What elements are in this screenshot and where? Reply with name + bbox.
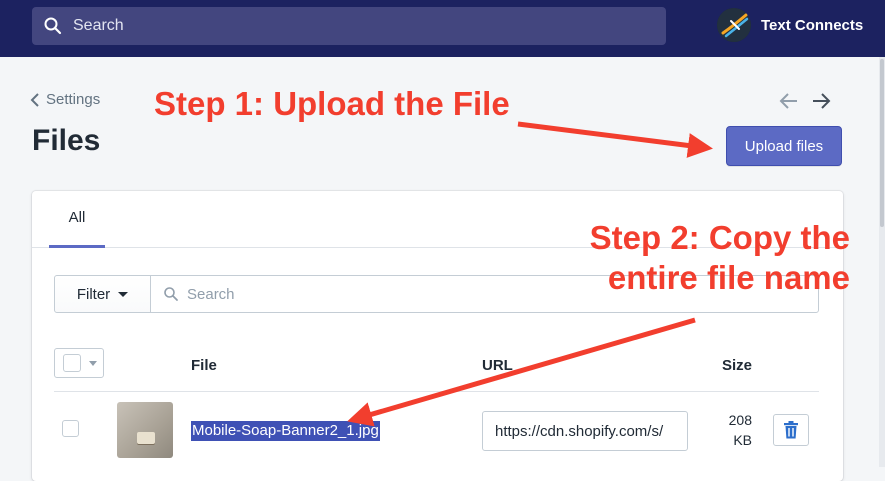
file-url-input[interactable]: https://cdn.shopify.com/s/ [482, 411, 688, 451]
column-header-url: URL [482, 357, 513, 374]
store-menu[interactable]: Text Connects [717, 8, 863, 42]
file-size: 208 KB [722, 410, 752, 450]
step2-line2: entire file name [607, 259, 850, 296]
row-divider [54, 391, 819, 392]
row-checkbox[interactable] [62, 420, 79, 437]
upload-files-button[interactable]: Upload files [726, 126, 842, 166]
page-title: Files [32, 124, 101, 157]
step2-annotation: Step 2: Copy the entire file name [560, 218, 850, 298]
file-size-unit: KB [733, 432, 752, 448]
filter-button[interactable]: Filter [54, 275, 151, 313]
file-thumbnail [117, 402, 173, 458]
column-header-file: File [191, 357, 217, 374]
step1-annotation: Step 1: Upload the File [154, 85, 510, 122]
bulk-select-dropdown[interactable] [54, 348, 104, 378]
tab-all[interactable]: All [49, 191, 105, 248]
file-name[interactable]: Mobile-Soap-Banner2_1.jpg [191, 421, 380, 441]
breadcrumb[interactable]: Settings [30, 91, 100, 108]
search-icon [164, 287, 178, 301]
filter-button-label: Filter [76, 285, 111, 303]
arrow-right-icon[interactable] [811, 91, 831, 111]
caret-down-icon [89, 360, 97, 366]
global-search-placeholder: Search [73, 17, 124, 34]
select-all-checkbox[interactable] [63, 354, 81, 372]
column-header-size: Size [722, 357, 753, 374]
trash-icon [784, 421, 798, 439]
pagination [779, 91, 831, 111]
delete-file-button[interactable] [773, 414, 809, 446]
top-bar: Search Text Connects [0, 0, 885, 57]
scrollbar-thumb[interactable] [880, 59, 884, 227]
store-name: Text Connects [761, 16, 864, 34]
soap-image [137, 432, 155, 444]
caret-down-icon [118, 291, 129, 297]
file-search-placeholder: Search [187, 285, 235, 303]
step2-line1: Step 2: Copy the [589, 219, 850, 256]
file-size-value: 208 [728, 412, 752, 428]
chevron-left-icon [30, 92, 39, 107]
store-logo-icon [717, 8, 751, 42]
tab-active-indicator [49, 245, 105, 248]
tab-all-label: All [68, 209, 86, 226]
search-icon [44, 17, 62, 35]
page-scrollbar[interactable] [879, 57, 885, 467]
step1-arrow [517, 121, 713, 158]
arrow-left-icon[interactable] [779, 91, 799, 111]
global-search[interactable]: Search [32, 7, 666, 45]
breadcrumb-label: Settings [46, 91, 101, 108]
